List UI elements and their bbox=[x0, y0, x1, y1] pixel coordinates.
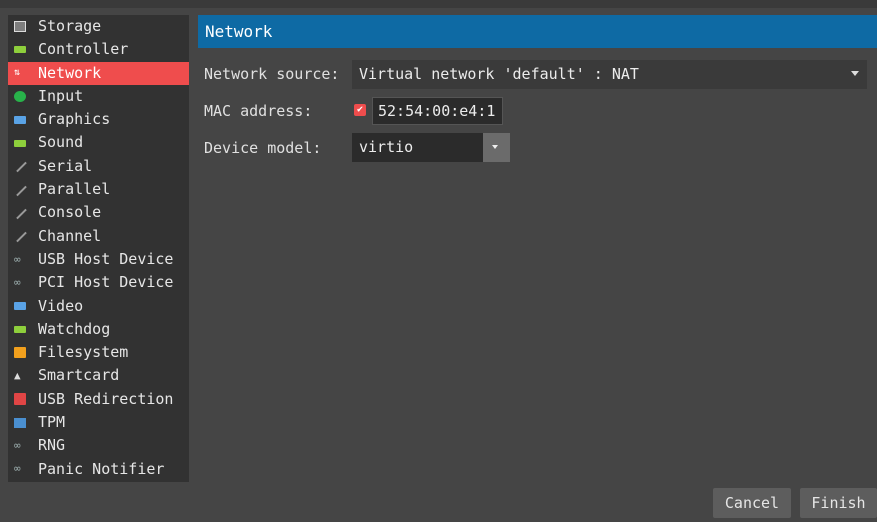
sidebar-item-panic-notifier[interactable]: ∞ Panic Notifier bbox=[8, 458, 189, 481]
plug-icon bbox=[14, 184, 26, 196]
sidebar-item-storage[interactable]: Storage bbox=[8, 15, 189, 38]
network-icon: ⇅ bbox=[14, 67, 21, 79]
mac-address-checkbox[interactable]: ✔ bbox=[354, 104, 366, 116]
sidebar-item-filesystem[interactable]: Filesystem bbox=[8, 341, 189, 364]
usb-icon: ∞ bbox=[14, 275, 21, 289]
display-icon bbox=[14, 115, 26, 124]
cancel-button[interactable]: Cancel bbox=[713, 488, 791, 518]
folder-icon bbox=[14, 347, 26, 359]
sidebar-item-controller[interactable]: Controller bbox=[8, 38, 189, 61]
sidebar-item-watchdog[interactable]: Watchdog bbox=[8, 318, 189, 341]
sidebar-item-channel[interactable]: Channel bbox=[8, 225, 189, 248]
disk-icon bbox=[14, 21, 26, 33]
sidebar-item-video[interactable]: Video bbox=[8, 295, 189, 318]
mac-address-label: MAC address: bbox=[204, 102, 313, 120]
card-icon bbox=[14, 46, 26, 54]
sidebar-item-input[interactable]: Input bbox=[8, 85, 189, 108]
finish-button[interactable]: Finish bbox=[800, 488, 877, 518]
chevron-down-icon bbox=[851, 71, 859, 76]
device-model-dropdown-button[interactable] bbox=[483, 133, 510, 162]
title-strip bbox=[0, 0, 877, 8]
sidebar-item-usb-host-device[interactable]: ∞ USB Host Device bbox=[8, 248, 189, 271]
device-model-label: Device model: bbox=[204, 139, 322, 157]
network-source-value: Virtual network 'default' : NAT bbox=[359, 65, 639, 83]
network-source-label: Network source: bbox=[204, 65, 340, 83]
sidebar-item-serial[interactable]: Serial bbox=[8, 155, 189, 178]
plug-icon bbox=[14, 160, 26, 172]
sidebar-item-network[interactable]: ⇅ Network bbox=[8, 61, 189, 85]
sidebar-item-sound[interactable]: Sound bbox=[8, 131, 189, 154]
input-icon bbox=[14, 91, 26, 103]
sidebar-item-tpm[interactable]: TPM bbox=[8, 411, 189, 434]
sidebar-item-rng[interactable]: ∞ RNG bbox=[8, 434, 189, 457]
plug-icon bbox=[14, 207, 26, 219]
sidebar-item-smartcard[interactable]: ▲ Smartcard bbox=[8, 364, 189, 387]
usb-icon: ∞ bbox=[14, 252, 21, 266]
page-title: Network bbox=[198, 15, 877, 48]
usb-icon: ∞ bbox=[14, 462, 21, 476]
sidebar-item-parallel[interactable]: Parallel bbox=[8, 178, 189, 201]
usb-icon: ∞ bbox=[14, 438, 21, 452]
mac-address-field[interactable]: 52:54:00:e4:1 bbox=[372, 97, 503, 125]
sidebar-item-console[interactable]: Console bbox=[8, 201, 189, 224]
tpm-icon bbox=[14, 417, 26, 428]
display-icon bbox=[14, 302, 26, 311]
sidebar-item-graphics[interactable]: Graphics bbox=[8, 108, 189, 131]
network-source-select[interactable]: Virtual network 'default' : NAT bbox=[352, 60, 867, 89]
usb-redirection-icon bbox=[14, 393, 26, 406]
sidebar-item-usb-redirection[interactable]: USB Redirection bbox=[8, 388, 189, 411]
device-model-select[interactable]: virtio bbox=[352, 133, 483, 162]
device-model-value: virtio bbox=[359, 138, 414, 156]
mac-address-value: 52:54:00:e4:1 bbox=[378, 102, 496, 120]
card-icon bbox=[14, 326, 26, 333]
smartcard-icon: ▲ bbox=[14, 369, 21, 383]
hardware-list: Storage Controller ⇅ Network Input Graphi… bbox=[8, 15, 189, 482]
plug-icon bbox=[14, 230, 26, 242]
sidebar-item-pci-host-device[interactable]: ∞ PCI Host Device bbox=[8, 271, 189, 294]
card-icon bbox=[14, 139, 26, 147]
